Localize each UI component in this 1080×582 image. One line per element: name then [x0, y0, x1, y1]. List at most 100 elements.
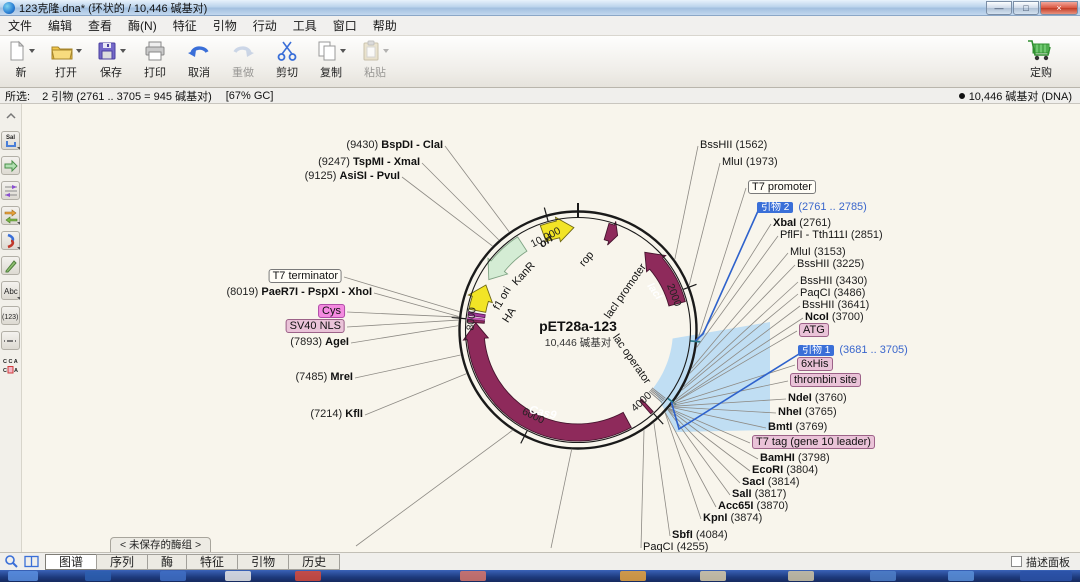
primer-badge[interactable]: 引物 2 — [757, 202, 793, 213]
tab-map[interactable]: 图谱 — [45, 554, 97, 570]
tool-annotate[interactable] — [1, 256, 20, 275]
cut-site-BamHI-3798[interactable]: BamHI (3798) — [760, 452, 830, 464]
tool-numbering[interactable]: (123) — [1, 306, 20, 325]
cut-site-TspMIXmaI-9247[interactable]: (9247) TspMI - XmaI — [318, 156, 420, 168]
cut-site-SalI-3817[interactable]: SalI (3817) — [732, 488, 786, 500]
taskbar-app-icon[interactable] — [8, 571, 38, 581]
menu-enzymes[interactable]: 酶(N) — [120, 15, 165, 36]
description-panel-checkbox[interactable] — [1011, 556, 1022, 567]
copy-button[interactable]: 复制 — [316, 39, 346, 80]
tab-primers[interactable]: 引物 — [237, 554, 289, 570]
menu-tools[interactable]: 工具 — [285, 15, 325, 36]
feature-tag-label[interactable]: T7 terminator — [269, 269, 342, 283]
cut-site-EcoRI-3804[interactable]: EcoRI (3804) — [752, 464, 818, 476]
tool-collapse[interactable] — [1, 106, 20, 125]
cut-site-PaqCI-3486[interactable]: PaqCI (3486) — [800, 287, 865, 299]
cut-site-MluI-1973[interactable]: MluI (1973) — [722, 156, 778, 168]
cut-site-BssHII-3225[interactable]: BssHII (3225) — [797, 258, 864, 270]
feature-tag-thrombin-site[interactable]: thrombin site — [790, 374, 861, 386]
tool-labels-abc[interactable]: Abc — [1, 281, 20, 300]
taskbar-app-icon[interactable] — [1020, 571, 1072, 581]
cut-button[interactable]: 剪切 — [272, 39, 302, 80]
cut-site-SbfI-4084[interactable]: SbfI (4084) — [672, 529, 728, 541]
feature-tag-label[interactable]: ATG — [799, 323, 829, 337]
menu-help[interactable]: 帮助 — [365, 15, 405, 36]
menu-window[interactable]: 窗口 — [325, 15, 365, 36]
tool-dashes[interactable] — [1, 331, 20, 350]
cut-site-AsiSIPvuI-9125[interactable]: (9125) AsiSI - PvuI — [305, 170, 400, 182]
close-button[interactable]: × — [1040, 1, 1078, 15]
menu-edit[interactable]: 编辑 — [40, 15, 80, 36]
windows-taskbar[interactable] — [0, 570, 1080, 582]
save-button[interactable]: 保存 — [96, 39, 126, 80]
minimize-button[interactable]: — — [986, 1, 1012, 15]
taskbar-app-icon[interactable] — [460, 571, 486, 581]
tool-show-primers[interactable] — [1, 181, 20, 200]
feature-tag-6xHis[interactable]: 6xHis — [797, 358, 833, 370]
taskbar-app-icon[interactable] — [85, 571, 111, 581]
split-view-icon[interactable] — [23, 554, 40, 569]
cut-site-PaqCI-4255[interactable]: PaqCI (4255) — [643, 541, 708, 552]
primer-label-1[interactable]: 引物 2(2761 .. 2785) — [757, 198, 867, 213]
taskbar-app-icon[interactable] — [225, 571, 251, 581]
taskbar-app-icon[interactable] — [620, 571, 646, 581]
tab-enzymes[interactable]: 酶 — [147, 554, 187, 570]
cut-site-SacI-3814[interactable]: SacI (3814) — [742, 476, 800, 488]
order-button[interactable]: 定购 — [1026, 39, 1056, 80]
cut-site-BssHII-3641[interactable]: BssHII (3641) — [802, 299, 869, 311]
description-panel-toggle[interactable]: 描述面板 — [1011, 554, 1070, 570]
feature-tag-label[interactable]: T7 promoter — [748, 180, 816, 194]
primer-label-2[interactable]: 引物 1(3681 .. 3705) — [798, 341, 908, 356]
menu-primers[interactable]: 引物 — [205, 15, 245, 36]
cut-site-PaeR7IPspXIXhoI-8019[interactable]: (8019) PaeR7I - PspXI - XhoI — [227, 286, 373, 298]
cut-site-XbaI-2761[interactable]: XbaI (2761) — [773, 217, 831, 229]
open-button[interactable]: 打开 — [50, 39, 82, 80]
menu-view[interactable]: 查看 — [80, 15, 120, 36]
cut-site-KflI-7214[interactable]: (7214) KflI — [310, 408, 363, 420]
maximize-button[interactable]: □ — [1013, 1, 1039, 15]
taskbar-app-icon[interactable] — [700, 571, 726, 581]
tool-enzyme-sites[interactable]: Sal — [1, 131, 20, 150]
menu-features[interactable]: 特征 — [165, 15, 205, 36]
taskbar-app-icon[interactable] — [160, 571, 186, 581]
tab-history[interactable]: 历史 — [288, 554, 340, 570]
tool-show-features[interactable] — [1, 156, 20, 175]
feature-tag-label[interactable]: T7 tag (gene 10 leader) — [752, 435, 875, 449]
feature-tag-T7-promoter[interactable]: T7 promoter — [748, 181, 816, 193]
cut-site-BspDIClaI-9430[interactable]: (9430) BspDI - ClaI — [346, 139, 443, 151]
new-button[interactable]: 新 — [6, 39, 36, 80]
taskbar-app-icon[interactable] — [948, 571, 974, 581]
cut-site-AgeI-7893[interactable]: (7893) AgeI — [290, 336, 349, 348]
cut-site-MreI-7485[interactable]: (7485) MreI — [296, 371, 353, 383]
cut-site-NcoI-3700[interactable]: NcoI (3700) — [805, 311, 864, 323]
cut-site-Acc65I-3870[interactable]: Acc65I (3870) — [718, 500, 788, 512]
print-button[interactable]: 打印 — [140, 39, 170, 80]
taskbar-app-icon[interactable] — [870, 571, 896, 581]
cut-site-PflFITth111I-2851[interactable]: PflFI - Tth111I (2851) — [780, 229, 883, 241]
menu-actions[interactable]: 行动 — [245, 15, 285, 36]
feature-tag-SV40-NLS[interactable]: SV40 NLS — [286, 320, 345, 332]
feature-tag-T7-terminator[interactable]: T7 terminator — [269, 270, 342, 282]
primer-badge[interactable]: 引物 1 — [798, 345, 834, 356]
cut-site-BssHII-3430[interactable]: BssHII (3430) — [800, 275, 867, 287]
cut-site-NheI-3765[interactable]: NheI (3765) — [778, 406, 837, 418]
cut-site-BssHII-1562[interactable]: BssHII (1562) — [700, 139, 767, 151]
feature-tag-label[interactable]: thrombin site — [790, 373, 861, 387]
cut-site-NdeI-3760[interactable]: NdeI (3760) — [788, 392, 847, 404]
plasmid-map-canvas[interactable]: 200040006000800010,000roplacI promoterla… — [0, 104, 1080, 552]
tool-orf-display[interactable] — [1, 231, 20, 250]
search-icon[interactable] — [3, 554, 20, 569]
cut-site-MluI-3153[interactable]: MluI (3153) — [790, 246, 846, 258]
enzyme-set-tab[interactable]: < 未保存的酶组 > — [110, 537, 211, 552]
feature-tag-label[interactable]: Cys — [318, 304, 345, 318]
feature-tag-T7-tag-gene-10-leader-[interactable]: T7 tag (gene 10 leader) — [752, 436, 875, 448]
cut-site-KpnI-3874[interactable]: KpnI (3874) — [703, 512, 762, 524]
tab-sequence[interactable]: 序列 — [96, 554, 148, 570]
tool-translations[interactable] — [1, 206, 20, 225]
tool-alignment[interactable]: C C ACA — [1, 356, 20, 375]
menu-file[interactable]: 文件 — [0, 15, 40, 36]
feature-tag-Cys[interactable]: Cys — [318, 305, 345, 317]
feature-tag-ATG[interactable]: ATG — [799, 324, 829, 336]
taskbar-app-icon[interactable] — [295, 571, 321, 581]
taskbar-app-icon[interactable] — [788, 571, 814, 581]
